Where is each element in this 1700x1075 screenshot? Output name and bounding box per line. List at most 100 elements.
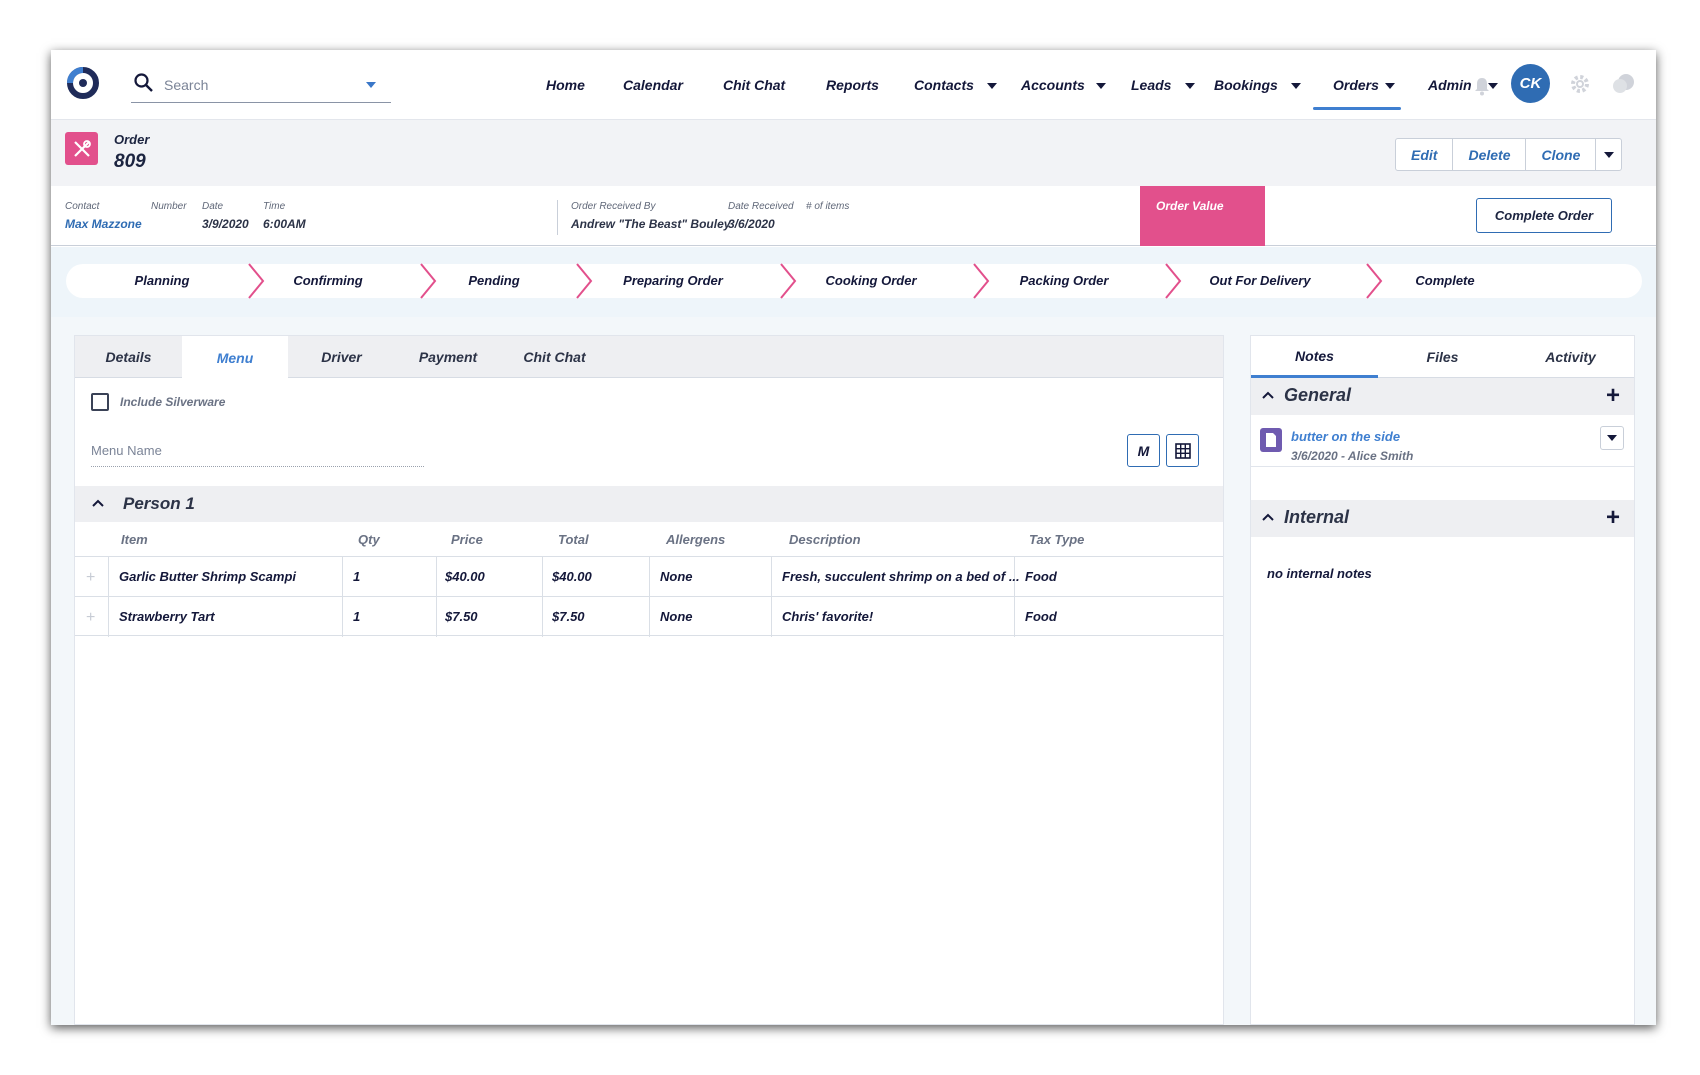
table-row[interactable]: + Garlic Butter Shrimp Scampi 1 $40.00 $40.0… [75,556,1223,597]
cell-allergens: None [660,569,693,584]
user-avatar[interactable]: CK [1511,64,1550,103]
cell-item[interactable]: Strawberry Tart [119,609,215,624]
tab-driver[interactable]: Driver [288,336,395,378]
column-header[interactable]: Description [789,532,861,547]
admin-caret-icon[interactable] [1488,83,1498,89]
menu-name-input[interactable]: Menu Name [91,443,424,467]
stage-3[interactable]: Pending [468,273,519,288]
more-actions-button[interactable] [1596,139,1621,170]
clone-button[interactable]: Clone [1526,139,1597,170]
order-header: Order 809 Edit Delete Clone [51,120,1656,186]
column-header[interactable]: Qty [358,532,380,547]
note-options-button[interactable] [1600,426,1624,450]
app-logo-icon[interactable] [64,63,102,101]
delete-button[interactable]: Delete [1453,139,1527,170]
received-by-value: Andrew "The Beast" Bouley [571,217,731,231]
notes-panel: Notes Files Activity General + butter on t… [1250,335,1635,1025]
stage-4[interactable]: Preparing Order [623,273,723,288]
date-label: Date [202,201,224,212]
stage-5[interactable]: Cooking Order [825,273,916,288]
cell-allergens: None [660,609,693,624]
contact-link[interactable]: Max Mazzone [65,217,142,231]
status-pipeline-zone: Planning Confirming Pending Preparing Order… [51,247,1656,317]
stage-7[interactable]: Out For Delivery [1209,273,1310,288]
orders-caret-icon[interactable] [1385,83,1395,89]
chevron-right-icon [973,263,990,299]
complete-order-button[interactable]: Complete Order [1476,198,1612,233]
chevron-up-icon[interactable] [92,499,104,507]
time-value: 6:00AM [263,217,306,231]
person-group-header[interactable]: Person 1 [75,486,1223,522]
general-section-header[interactable]: General + [1251,378,1634,415]
tab-payment[interactable]: Payment [395,336,501,378]
edit-button[interactable]: Edit [1396,139,1454,170]
chevron-right-icon [1366,263,1383,299]
app-window: Search Home Calendar Chit Chat Reports C… [51,50,1656,1025]
time-label: Time [263,201,286,212]
nav-reports[interactable]: Reports [826,77,879,93]
drag-handle-icon[interactable]: + [86,609,95,627]
gear-icon[interactable] [1569,73,1591,95]
status-pipeline: Planning Confirming Pending Preparing Order… [66,263,1642,299]
internal-section-header[interactable]: Internal + [1251,500,1634,537]
cell-divider [436,597,437,637]
search-icon [134,73,153,92]
cell-divider [108,557,109,597]
grid-view-button[interactable] [1166,434,1199,467]
nav-orders[interactable]: Orders [1333,77,1379,93]
nav-active-indicator [1313,107,1401,110]
search-dropdown-icon[interactable] [366,82,376,88]
stage-6[interactable]: Packing Order [1020,273,1109,288]
cell-divider [771,597,772,637]
search-input[interactable]: Search [164,77,208,93]
column-header[interactable]: Allergens [666,532,725,547]
cell-divider [108,597,109,637]
nav-leads[interactable]: Leads [1131,77,1171,93]
nav-chit-chat[interactable]: Chit Chat [723,77,785,93]
nav-accounts[interactable]: Accounts [1021,77,1085,93]
tab-files[interactable]: Files [1379,336,1506,378]
m-button[interactable]: M [1127,434,1160,467]
tab-menu[interactable]: Menu [182,336,288,379]
nav-home[interactable]: Home [546,77,585,93]
tab-notes[interactable]: Notes [1251,336,1378,378]
chevron-right-icon [780,263,797,299]
order-number: 809 [114,151,146,172]
chat-icon[interactable] [1612,73,1636,95]
order-actions: Edit Delete Clone [1395,138,1623,171]
search-box[interactable]: Search [131,66,391,103]
nav-admin[interactable]: Admin [1428,77,1472,93]
accounts-caret-icon[interactable] [1096,83,1106,89]
table-row[interactable]: + Strawberry Tart 1 $7.50 $7.50 None Chris' fa… [75,596,1223,637]
contacts-caret-icon[interactable] [987,83,997,89]
add-internal-note-icon[interactable]: + [1606,504,1620,532]
nav-bookings[interactable]: Bookings [1214,77,1278,93]
chevron-up-icon[interactable] [1262,391,1274,399]
nav-contacts[interactable]: Contacts [914,77,974,93]
column-header[interactable]: Item [121,532,148,547]
tab-activity[interactable]: Activity [1507,336,1634,378]
tab-details[interactable]: Details [75,336,182,378]
nav-calendar[interactable]: Calendar [623,77,683,93]
drag-handle-icon[interactable]: + [86,569,95,587]
leads-caret-icon[interactable] [1185,83,1195,89]
chevron-right-icon [248,263,265,299]
tab-chit-chat[interactable]: Chit Chat [501,336,608,378]
bookings-caret-icon[interactable] [1291,83,1301,89]
stage-8[interactable]: Complete [1415,273,1474,288]
stage-1[interactable]: Planning [135,273,190,288]
cell-divider [771,557,772,597]
chevron-up-icon[interactable] [1262,513,1274,521]
include-silverware-checkbox[interactable] [91,393,109,411]
items-count-label: # of items [806,201,850,212]
column-header[interactable]: Tax Type [1029,532,1084,547]
column-header[interactable]: Price [451,532,483,547]
date-received-value: 3/6/2020 [728,217,775,231]
cell-divider [649,597,650,637]
cell-item[interactable]: Garlic Butter Shrimp Scampi [119,569,296,584]
column-header[interactable]: Total [558,532,589,547]
add-general-note-icon[interactable]: + [1606,382,1620,410]
chevron-down-icon [1603,151,1614,158]
stage-2[interactable]: Confirming [293,273,362,288]
note-title-link[interactable]: butter on the side [1291,429,1400,444]
